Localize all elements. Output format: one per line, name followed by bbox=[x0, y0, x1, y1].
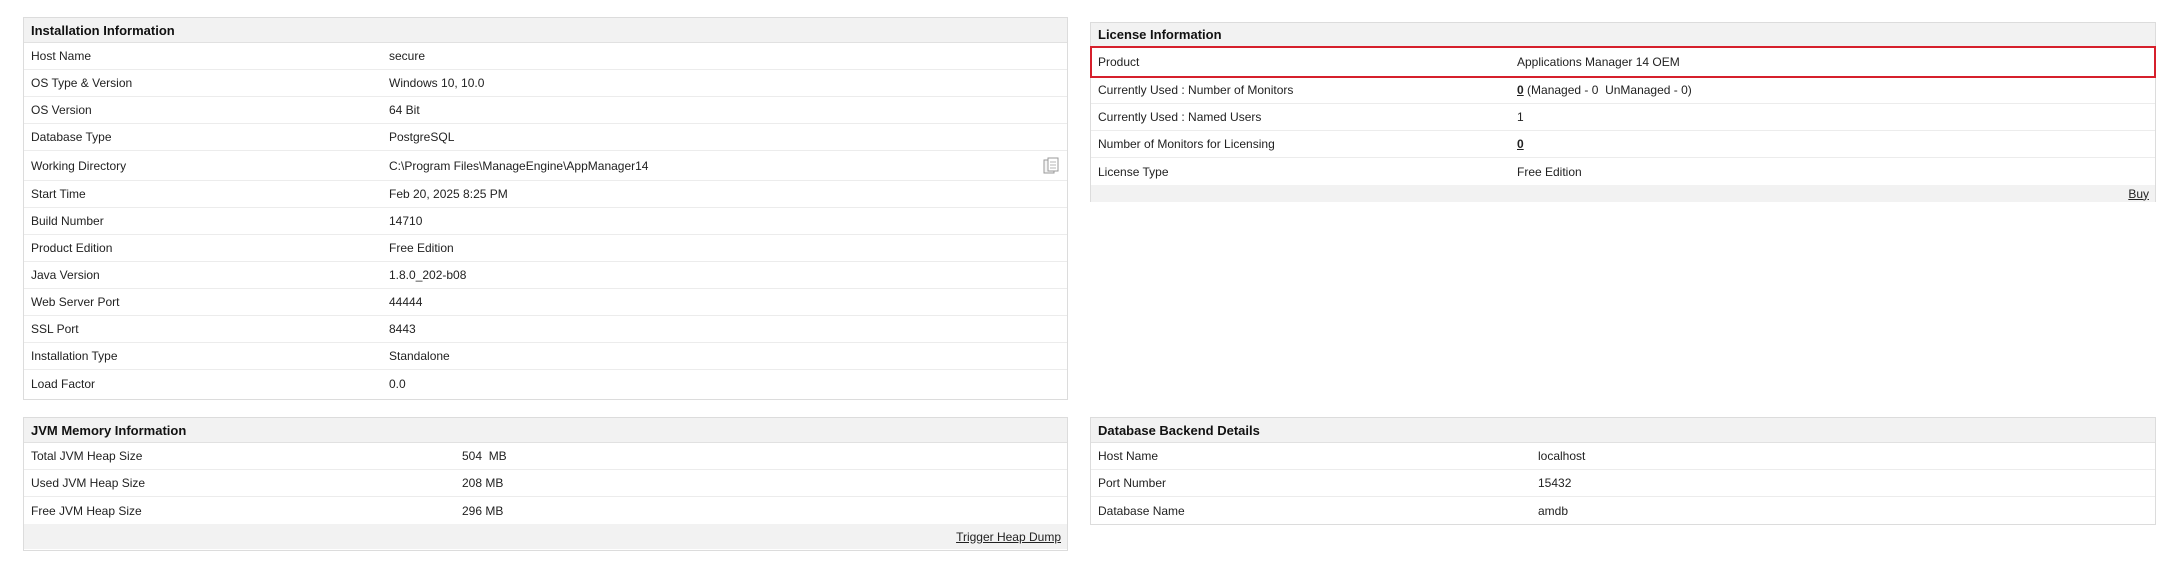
row-value: 296 MB bbox=[462, 503, 504, 518]
table-row: Currently Used : Number of Monitors 0 (M… bbox=[1091, 77, 2155, 104]
installation-info-header: Installation Information bbox=[24, 18, 1067, 43]
table-row: Product Edition Free Edition bbox=[24, 235, 1067, 262]
row-label: Working Directory bbox=[31, 158, 127, 173]
table-row: Total JVM Heap Size 504 MB bbox=[24, 443, 1067, 470]
row-label: License Type bbox=[1098, 164, 1169, 179]
table-row: Port Number 15432 bbox=[1091, 470, 2155, 497]
row-label: Free JVM Heap Size bbox=[31, 503, 142, 518]
jvm-memory-table: Total JVM Heap Size 504 MB Used JVM Heap … bbox=[24, 443, 1067, 524]
row-value: Free Edition bbox=[1517, 164, 1582, 179]
table-row: Build Number 14710 bbox=[24, 208, 1067, 235]
table-row: Free JVM Heap Size 296 MB bbox=[24, 497, 1067, 524]
table-row: Installation Type Standalone bbox=[24, 343, 1067, 370]
row-label: Host Name bbox=[1098, 449, 1159, 463]
table-row: Start Time Feb 20, 2025 8:25 PM bbox=[24, 181, 1067, 208]
installation-info-title: Installation Information bbox=[31, 22, 175, 38]
jvm-footer: Trigger Heap Dump bbox=[24, 524, 1067, 549]
row-value: 1 bbox=[1517, 110, 1524, 124]
row-value: Windows 10, 10.0 bbox=[389, 76, 485, 90]
jvm-memory-header: JVM Memory Information bbox=[24, 418, 1067, 443]
buy-link[interactable]: Buy bbox=[2128, 187, 2149, 201]
row-value: 208 MB bbox=[462, 476, 504, 490]
row-value: 0 bbox=[1517, 137, 1524, 151]
db-backend-table: Host Name localhost Port Number 15432 Data… bbox=[1091, 443, 2155, 524]
row-value: PostgreSQL bbox=[389, 130, 455, 144]
row-label: Product Edition bbox=[31, 241, 113, 255]
row-value: secure bbox=[389, 49, 426, 63]
row-label: Used JVM Heap Size bbox=[31, 476, 146, 490]
table-row: OS Version 64 Bit bbox=[24, 97, 1067, 124]
row-label: Load Factor bbox=[31, 376, 96, 391]
row-label: SSL Port bbox=[31, 322, 79, 336]
row-value: Applications Manager 14 OEM bbox=[1517, 54, 1680, 69]
jvm-memory-title: JVM Memory Information bbox=[31, 422, 187, 438]
row-value: 64 Bit bbox=[389, 103, 420, 117]
row-value: Free Edition bbox=[389, 241, 454, 255]
row-label: Port Number bbox=[1098, 476, 1167, 490]
row-label: Web Server Port bbox=[31, 295, 120, 309]
license-info-table: Product Applications Manager 14 OEM Curr… bbox=[1090, 46, 2156, 185]
license-info-title: License Information bbox=[1098, 27, 1222, 42]
license-info-panel: License Information Product Applications… bbox=[1090, 22, 2156, 202]
monitors-used-detail: (Managed - 0 UnManaged - 0) bbox=[1523, 83, 1692, 97]
table-row: Number of Monitors for Licensing 0 bbox=[1091, 131, 2155, 158]
table-row: OS Type & Version Windows 10, 10.0 bbox=[24, 70, 1067, 97]
row-value: 504 MB bbox=[462, 449, 507, 463]
row-value: 0.0 bbox=[389, 376, 406, 391]
db-backend-header: Database Backend Details bbox=[1091, 418, 2155, 443]
jvm-memory-panel: JVM Memory Information Total JVM Heap Si… bbox=[23, 417, 1068, 551]
monitors-used-link[interactable]: 0 bbox=[1517, 83, 1524, 97]
table-row: Working Directory C:\Program Files\Manag… bbox=[24, 151, 1067, 181]
row-value: 0 (Managed - 0 UnManaged - 0) bbox=[1517, 83, 1692, 97]
monitors-licensing-link[interactable]: 0 bbox=[1517, 137, 1524, 151]
license-info-header: License Information bbox=[1091, 23, 2155, 47]
table-row-product: Product Applications Manager 14 OEM bbox=[1090, 46, 2156, 78]
table-row: Web Server Port 44444 bbox=[24, 289, 1067, 316]
installation-info-table: Host Name secure OS Type & Version Windows… bbox=[24, 43, 1067, 397]
row-value: 15432 bbox=[1538, 476, 1572, 490]
row-label: Database Name bbox=[1098, 503, 1185, 518]
row-value: amdb bbox=[1538, 503, 1569, 518]
table-row: Load Factor 0.0 bbox=[24, 370, 1067, 397]
row-label: Host Name bbox=[31, 49, 92, 63]
license-footer: Buy bbox=[1091, 185, 2155, 202]
row-value: Feb 20, 2025 8:25 PM bbox=[389, 187, 508, 201]
installation-info-panel: Installation Information Host Name secure… bbox=[23, 17, 1068, 400]
row-value: localhost bbox=[1538, 449, 1586, 463]
row-label: Product bbox=[1098, 54, 1140, 69]
row-value: 14710 bbox=[389, 214, 423, 228]
db-backend-title: Database Backend Details bbox=[1098, 422, 1260, 438]
table-row: Database Type PostgreSQL bbox=[24, 124, 1067, 151]
row-label: OS Version bbox=[31, 103, 92, 117]
row-label: Java Version bbox=[31, 268, 100, 282]
row-label: Currently Used : Number of Monitors bbox=[1098, 83, 1294, 97]
table-row: Currently Used : Named Users 1 bbox=[1091, 104, 2155, 131]
table-row: License Type Free Edition bbox=[1091, 158, 2155, 185]
row-label: Installation Type bbox=[31, 349, 118, 363]
trigger-heap-dump-link[interactable]: Trigger Heap Dump bbox=[956, 530, 1061, 544]
row-label: Start Time bbox=[31, 187, 86, 201]
row-label: Number of Monitors for Licensing bbox=[1098, 137, 1275, 151]
row-label: Database Type bbox=[31, 130, 112, 144]
row-value: 1.8.0_202-b08 bbox=[389, 268, 467, 282]
table-row: Used JVM Heap Size 208 MB bbox=[24, 470, 1067, 497]
table-row: SSL Port 8443 bbox=[24, 316, 1067, 343]
row-label: Currently Used : Named Users bbox=[1098, 110, 1262, 124]
table-row: Database Name amdb bbox=[1091, 497, 2155, 524]
db-backend-panel: Database Backend Details Host Name localh… bbox=[1090, 417, 2156, 525]
row-value: Standalone bbox=[389, 349, 450, 363]
row-value: 8443 bbox=[389, 322, 416, 336]
row-value: C:\Program Files\ManageEngine\AppManager… bbox=[389, 158, 649, 173]
table-row: Host Name secure bbox=[24, 43, 1067, 70]
table-row: Java Version 1.8.0_202-b08 bbox=[24, 262, 1067, 289]
copy-icon[interactable] bbox=[1043, 157, 1059, 175]
row-label: Build Number bbox=[31, 214, 104, 228]
row-value: 44444 bbox=[389, 295, 423, 309]
row-label: OS Type & Version bbox=[31, 76, 133, 90]
table-row: Host Name localhost bbox=[1091, 443, 2155, 470]
row-label: Total JVM Heap Size bbox=[31, 449, 143, 463]
